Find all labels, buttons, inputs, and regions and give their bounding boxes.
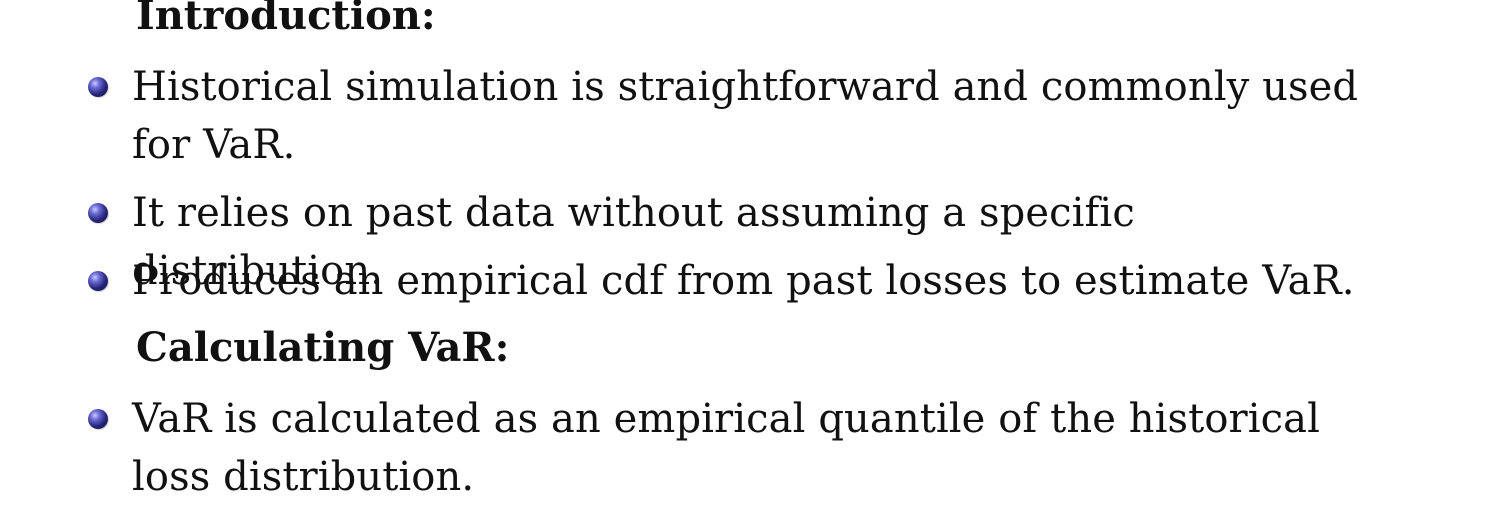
section-heading-calculating-var: Calculating VaR: bbox=[136, 324, 510, 371]
bullet-text: VaR is calculated as an empirical quanti… bbox=[132, 396, 1320, 500]
bullet-text: Historical simulation is straightforward… bbox=[132, 64, 1359, 168]
bullet-dot-icon bbox=[88, 409, 108, 429]
bullet-dot-icon bbox=[88, 203, 108, 223]
bullet-dot-icon bbox=[88, 271, 108, 291]
bullet-dot-icon bbox=[88, 77, 108, 97]
section-heading-introduction: Introduction: bbox=[136, 0, 436, 39]
bullet-text: Produces an empirical cdf from past loss… bbox=[132, 258, 1355, 304]
slide: Introduction: Historical simulation is s… bbox=[0, 0, 1502, 500]
